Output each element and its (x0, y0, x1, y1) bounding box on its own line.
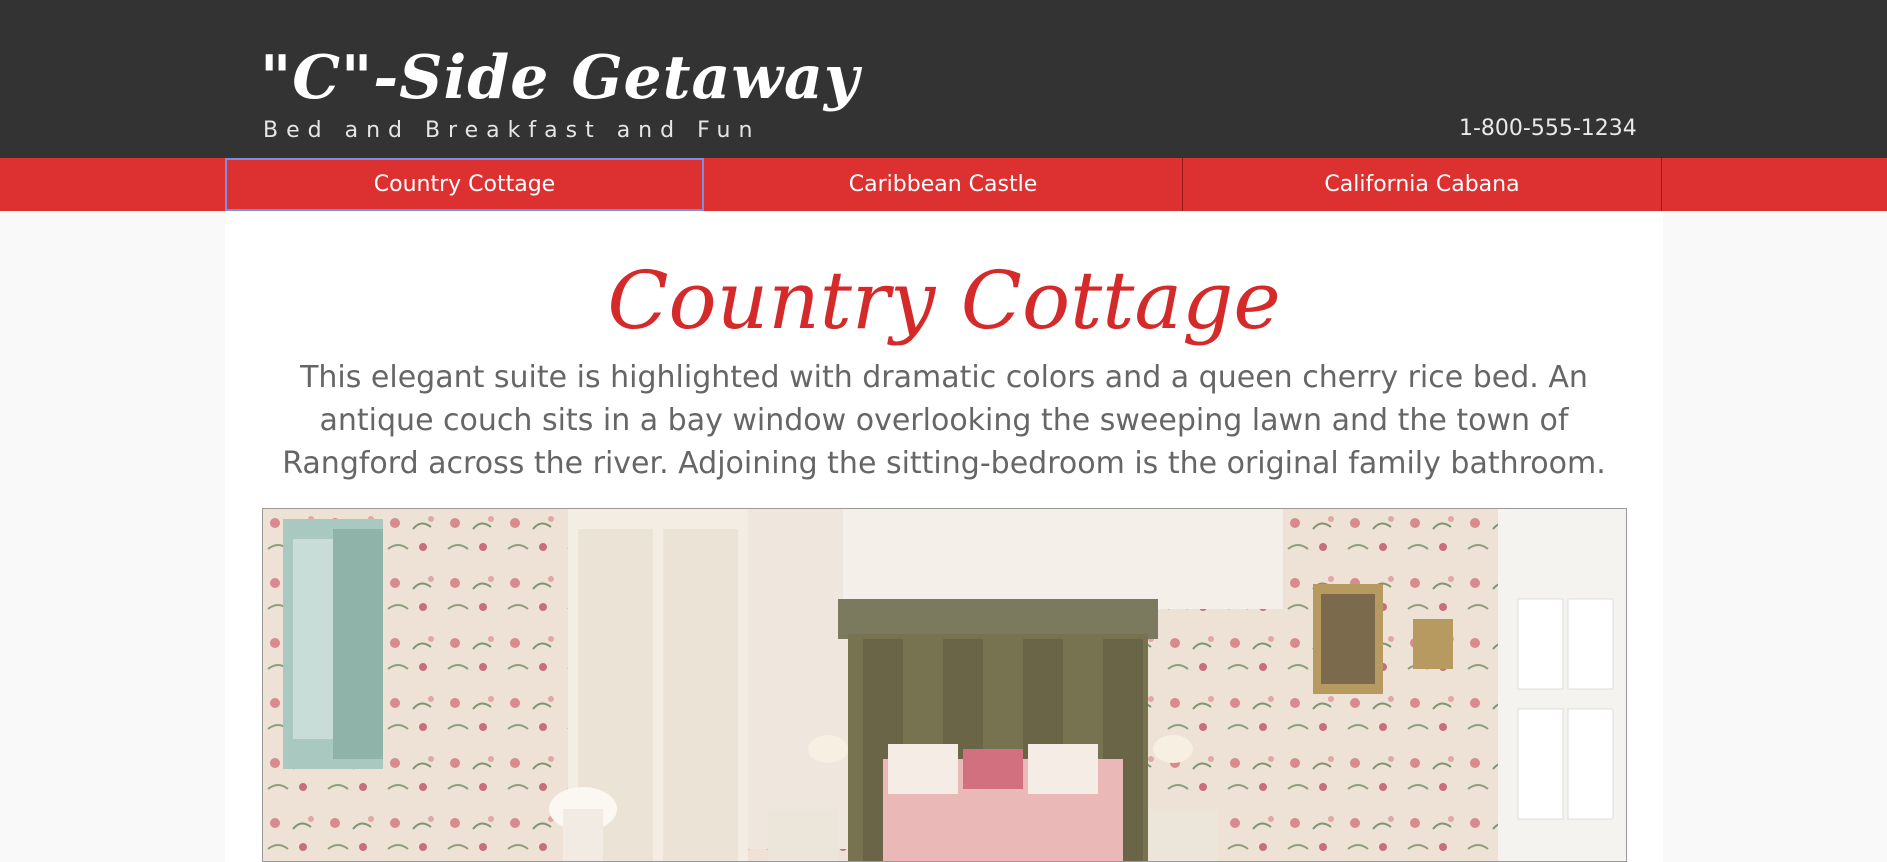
nav-item-country-cottage[interactable]: Country Cottage (225, 158, 704, 211)
nav-item-california-cabana[interactable]: California Cabana (1183, 158, 1662, 211)
room-description: This elegant suite is highlighted with d… (282, 360, 1606, 481)
phone-number[interactable]: 1-800-555-1234 (1459, 116, 1637, 141)
main-nav: Country Cottage Caribbean Castle Califor… (0, 158, 1887, 211)
bedroom-photo-image (263, 509, 1626, 861)
main-content: Country Cottage This elegant suite is hi… (225, 211, 1663, 862)
site-header: "C"-Side Getaway Bed and Breakfast and F… (0, 0, 1887, 158)
site-logo-title[interactable]: "C"-Side Getaway (260, 38, 860, 118)
room-title: Country Cottage (607, 254, 1281, 347)
nav-item-caribbean-castle[interactable]: Caribbean Castle (704, 158, 1183, 211)
site-tagline: Bed and Breakfast and Fun (263, 118, 761, 143)
room-photo (262, 508, 1627, 862)
